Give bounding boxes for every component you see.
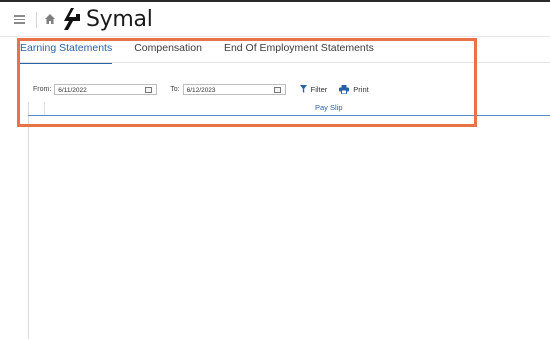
header-divider xyxy=(36,12,37,28)
hamburger-menu-icon[interactable] xyxy=(14,15,25,24)
symal-logo-mark-icon xyxy=(64,8,80,30)
grid-left-border xyxy=(28,102,29,339)
home-icon[interactable] xyxy=(44,13,56,25)
header-bottom-border xyxy=(0,36,550,37)
logo-text: Symal xyxy=(86,6,153,32)
highlight-annotation-box xyxy=(17,38,477,127)
app-header: Symal xyxy=(0,2,550,36)
symal-logo: Symal xyxy=(61,5,153,33)
